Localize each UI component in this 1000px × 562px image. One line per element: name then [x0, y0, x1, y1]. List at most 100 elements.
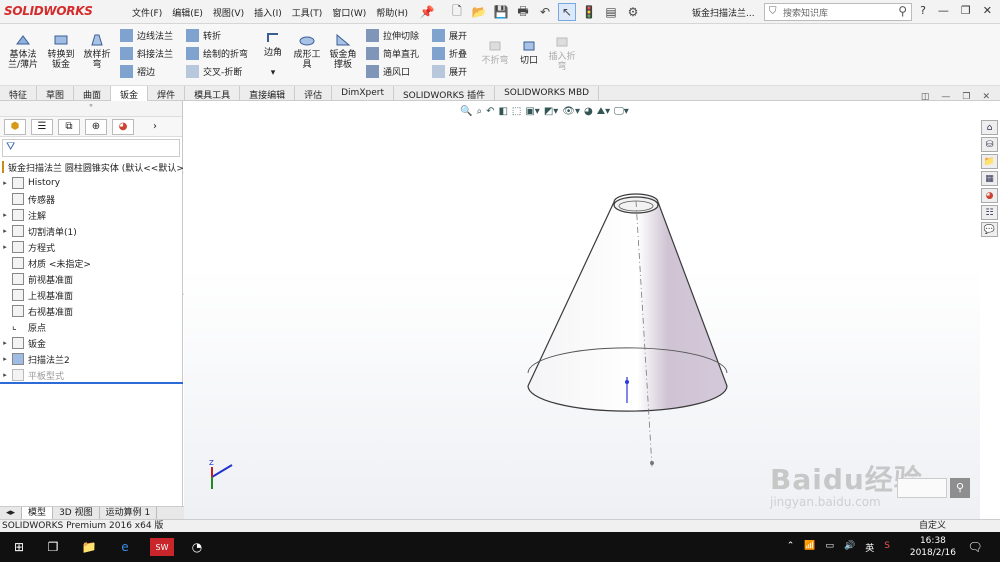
- close-icon[interactable]: ✕: [983, 4, 992, 17]
- solidworks-resources-icon[interactable]: ⌂: [981, 120, 998, 135]
- property-manager-tab-icon[interactable]: ☰: [31, 118, 53, 135]
- zoom-to-fit-icon[interactable]: 🔍: [460, 106, 472, 117]
- corners-dropdown-icon[interactable]: ▾: [266, 68, 280, 78]
- ime-indicator[interactable]: 英: [865, 541, 874, 554]
- tab-mbd[interactable]: SOLIDWORKS MBD: [495, 86, 600, 101]
- tree-item-top-plane[interactable]: 上视基准面: [0, 287, 183, 303]
- windows-start-icon[interactable]: ⊞: [10, 538, 28, 556]
- tree-item-equations[interactable]: ▸ 方程式: [0, 239, 183, 255]
- tree-item-history[interactable]: ▸ History: [0, 175, 183, 191]
- print-icon[interactable]: 🖶: [514, 3, 532, 21]
- tab-weldments[interactable]: 焊件: [148, 86, 186, 101]
- rip-button[interactable]: 切口: [516, 38, 542, 66]
- nav-arrows-icon[interactable]: ◂▸: [0, 507, 23, 519]
- menu-edit[interactable]: 编辑(E): [172, 6, 203, 19]
- base-flange-button[interactable]: 基体法 兰/薄片: [6, 32, 40, 70]
- menu-tools[interactable]: 工具(T): [292, 6, 323, 19]
- sheetmetal-gusset-button[interactable]: 钣金角 撑板: [326, 32, 360, 70]
- tree-root[interactable]: 钣金扫描法兰 圆柱圆锥实体 (默认<<默认>_显示状态 1>): [0, 159, 244, 175]
- traffic-light-icon[interactable]: 🚦: [580, 3, 598, 21]
- viewport-minimize-icon[interactable]: —: [941, 92, 950, 102]
- help-icon[interactable]: ?: [920, 4, 926, 17]
- forum-icon[interactable]: 💬: [981, 222, 998, 237]
- network-icon[interactable]: 📶: [804, 541, 815, 554]
- tray-expand-icon[interactable]: ⌃: [787, 541, 795, 554]
- options-gear-icon[interactable]: ⚙: [624, 3, 642, 21]
- tab-motion-study[interactable]: 运动算例 1: [100, 507, 158, 519]
- tab-dimxpert[interactable]: DimXpert: [332, 86, 394, 101]
- menu-insert[interactable]: 插入(I): [254, 6, 282, 19]
- hem-button[interactable]: 褶边: [120, 65, 155, 78]
- filter-icon[interactable]: ⛛: [2, 139, 180, 157]
- tree-item-sensors[interactable]: 传感器: [0, 191, 183, 207]
- view-palette-icon[interactable]: ▦: [981, 171, 998, 186]
- miter-flange-button[interactable]: 斜接法兰: [120, 47, 173, 60]
- save-icon[interactable]: 💾: [492, 3, 510, 21]
- edge-flange-button[interactable]: 边线法兰: [120, 29, 173, 42]
- fold-button[interactable]: 折叠: [432, 47, 467, 60]
- display-style-icon[interactable]: ◩▾: [544, 106, 558, 117]
- new-document-icon[interactable]: 🗋: [448, 3, 466, 21]
- task-view-icon[interactable]: ❐: [44, 538, 62, 556]
- extruded-cut-button[interactable]: 拉伸切除: [366, 29, 419, 42]
- tree-item-origin[interactable]: ⌞ 原点: [0, 319, 183, 335]
- no-bends-button[interactable]: 不折弯: [478, 38, 512, 66]
- knowledge-search-input[interactable]: ⛉ 搜索知识库 ⚲: [764, 3, 912, 21]
- tab-model[interactable]: 模型: [22, 507, 54, 519]
- panel-expand-icon[interactable]: ›: [153, 121, 157, 132]
- sketched-bend-button[interactable]: 绘制的折弯: [186, 47, 248, 60]
- appearance-icon[interactable]: ◕: [584, 106, 593, 117]
- appearances-icon[interactable]: ◕: [981, 188, 998, 203]
- notification-icon[interactable]: 🗨: [966, 538, 984, 556]
- unfold-button[interactable]: 展开: [432, 29, 467, 42]
- panel-grip[interactable]: ⚬: [0, 101, 182, 117]
- tree-item-flat-pattern[interactable]: ▸ 平板型式: [0, 367, 183, 383]
- tab-addins[interactable]: SOLIDWORKS 插件: [394, 86, 496, 101]
- battery-icon[interactable]: ▭: [826, 541, 835, 554]
- scene-icon[interactable]: ⛰▾: [597, 106, 610, 117]
- menu-window[interactable]: 窗口(W): [332, 6, 366, 19]
- tree-item-swept-flange[interactable]: ▸ 扫描法兰2: [0, 351, 183, 367]
- tree-item-annotations[interactable]: ▸ 注解: [0, 207, 183, 223]
- display-manager-tab-icon[interactable]: ◕: [112, 118, 134, 135]
- rollback-bar[interactable]: [0, 382, 183, 384]
- graphics-viewport[interactable]: Z: [184, 101, 980, 519]
- file-explorer-taskbar-icon[interactable]: 📁: [80, 538, 98, 556]
- taskbar-clock[interactable]: 16:38 2018/2/16: [910, 535, 956, 559]
- insert-bends-button[interactable]: 插入折弯: [545, 34, 579, 72]
- tab-surfaces[interactable]: 曲面: [74, 86, 112, 101]
- tree-item-right-plane[interactable]: 右视基准面: [0, 303, 183, 319]
- zoom-area-icon[interactable]: ⌕: [476, 106, 482, 117]
- tab-mold-tools[interactable]: 模具工具: [185, 86, 241, 101]
- hide-show-icon[interactable]: 👁▾: [562, 106, 580, 117]
- viewport-restore-icon[interactable]: ❐: [962, 92, 970, 102]
- menu-view[interactable]: 视图(V): [213, 6, 244, 19]
- solidworks-taskbar-icon[interactable]: SW: [150, 538, 174, 556]
- feature-manager-tab-icon[interactable]: ⬢: [4, 118, 26, 135]
- input-app-icon[interactable]: S: [884, 541, 890, 554]
- tree-item-front-plane[interactable]: 前视基准面: [0, 271, 183, 287]
- design-library-icon[interactable]: ⛁: [981, 137, 998, 152]
- volume-icon[interactable]: 🔊: [844, 541, 855, 554]
- file-properties-icon[interactable]: ▤: [602, 3, 620, 21]
- configuration-manager-tab-icon[interactable]: ⧉: [58, 118, 80, 135]
- edge-browser-icon[interactable]: e: [116, 538, 134, 556]
- open-folder-icon[interactable]: 📂: [470, 3, 488, 21]
- view-orientation-icon[interactable]: ▣▾: [525, 106, 539, 117]
- view-settings-icon[interactable]: 🖵▾: [614, 106, 629, 117]
- convert-to-sheetmetal-button[interactable]: 转换到 钣金: [44, 32, 78, 70]
- search-icon[interactable]: ⚲: [898, 4, 907, 18]
- dynamic-annotation-icon[interactable]: ⬚: [512, 106, 521, 117]
- section-view-icon[interactable]: ◧: [498, 106, 507, 117]
- viewport-split-icon[interactable]: ◫: [921, 92, 930, 102]
- corners-button[interactable]: 边角: [260, 30, 286, 58]
- status-units[interactable]: 自定义: [919, 520, 946, 532]
- tab-sheetmetal[interactable]: 钣金: [111, 86, 149, 101]
- cross-break-button[interactable]: 交叉-折断: [186, 65, 242, 78]
- restore-icon[interactable]: ❐: [961, 4, 971, 17]
- jog-button[interactable]: 转折: [186, 29, 221, 42]
- tab-features[interactable]: 特征: [0, 86, 38, 101]
- tab-sketch[interactable]: 草图: [37, 86, 75, 101]
- tab-evaluate[interactable]: 评估: [295, 86, 333, 101]
- undo-icon[interactable]: ↶: [536, 3, 554, 21]
